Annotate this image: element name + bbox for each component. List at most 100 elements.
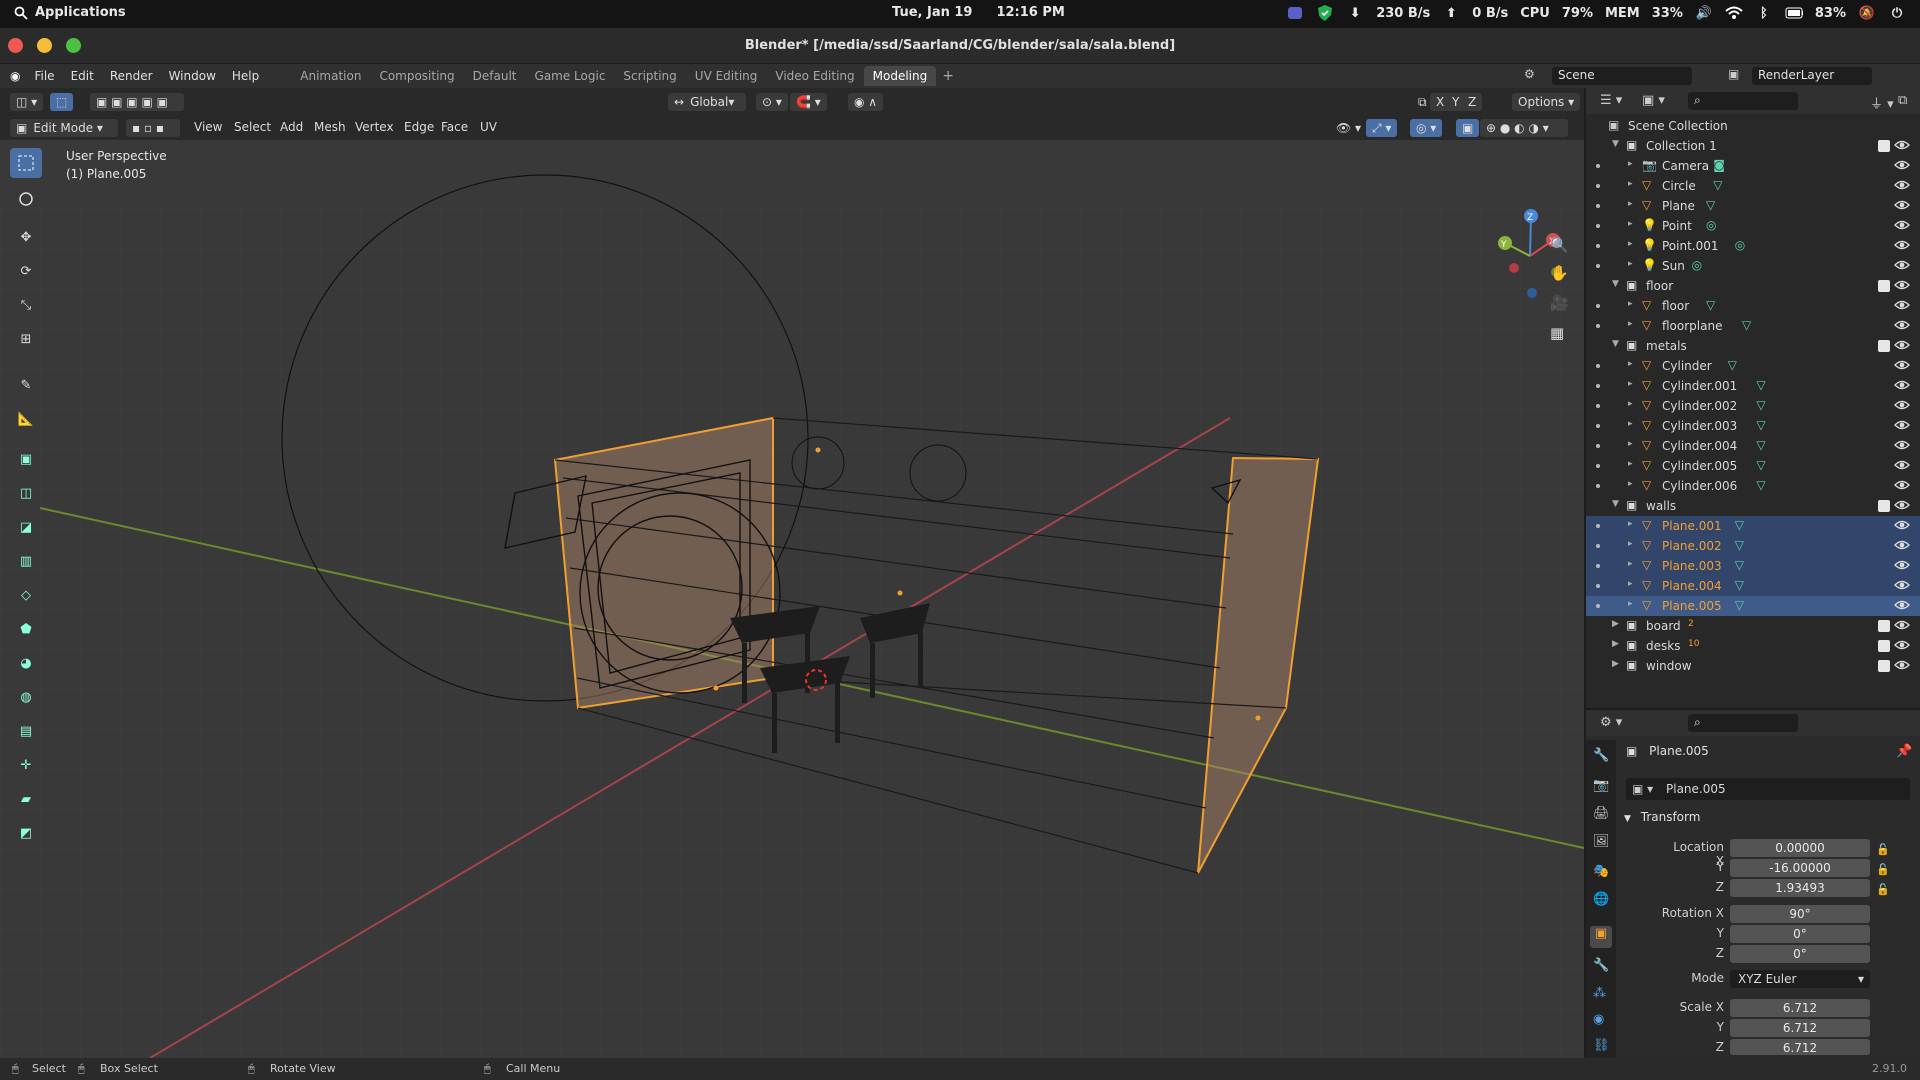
battery-icon[interactable] — [1785, 4, 1803, 22]
outliner-row[interactable]: ▼ ▣ walls — [1586, 496, 1920, 516]
edit-mode-dot-icon[interactable] — [1596, 244, 1600, 248]
output-tab-icon[interactable]: 🖨 — [1593, 806, 1610, 821]
render-tab-icon[interactable]: 📷 — [1593, 778, 1609, 793]
expand-triangle-icon[interactable]: ▸ — [1628, 539, 1633, 549]
expand-triangle-icon[interactable]: ▸ — [1628, 419, 1633, 429]
visibility-eye-icon[interactable] — [1894, 198, 1910, 214]
expand-triangle-icon[interactable]: ▸ — [1628, 219, 1633, 229]
tab-scripting[interactable]: Scripting — [614, 66, 685, 86]
transform-tool-icon[interactable]: ⊞ — [10, 324, 42, 354]
menu-add[interactable]: Add — [280, 120, 303, 134]
expand-triangle-icon[interactable]: ▸ — [1628, 359, 1633, 369]
rotation-x-field[interactable]: 90° — [1730, 905, 1870, 923]
edit-mode-dot-icon[interactable] — [1596, 164, 1600, 168]
edge-slide-tool-icon[interactable]: ▤ — [10, 716, 42, 746]
location-y-field[interactable]: -16.00000 — [1730, 859, 1870, 877]
outliner-row[interactable]: ▼ ▣ metals — [1586, 336, 1920, 356]
scene-selector-icon[interactable]: ⚙ — [1524, 67, 1535, 81]
visibility-eye-icon[interactable] — [1894, 318, 1910, 334]
shear-tool-icon[interactable]: ▰ — [10, 784, 42, 814]
visibility-eye-icon[interactable] — [1894, 158, 1910, 174]
visibility-eye-icon[interactable] — [1894, 618, 1910, 634]
transform-section-header[interactable]: ▼ Transform — [1624, 810, 1700, 824]
expand-triangle-icon[interactable]: ▼ — [1612, 139, 1619, 149]
rotation-z-field[interactable]: 0° — [1730, 945, 1870, 963]
object-data-icon[interactable]: ◙ — [1713, 158, 1727, 172]
3d-viewport[interactable]: Z X Y User Perspective (1) Plane.005 🔍 ✋… — [0, 88, 1584, 1058]
outliner-row[interactable]: ▼ ▣ floor — [1586, 276, 1920, 296]
gizmo-icon[interactable]: ⤢ ▾ — [1366, 119, 1398, 137]
object-data-icon[interactable]: ▽ — [1728, 358, 1742, 372]
outliner-row[interactable]: ▸ ▽ Plane.005 ▽ — [1586, 596, 1920, 616]
cursor-tool-icon[interactable] — [10, 184, 42, 214]
outliner-row[interactable]: ▶ ▣ desks 10 — [1586, 636, 1920, 656]
extrude-tool-icon[interactable]: ▣ — [10, 444, 42, 474]
exclude-checkbox[interactable] — [1878, 640, 1890, 652]
pin-icon[interactable]: 📌 — [1896, 744, 1912, 759]
tab-video-editing[interactable]: Video Editing — [766, 66, 863, 86]
menu-mesh[interactable]: Mesh — [314, 120, 346, 134]
outliner-row[interactable]: ▸ ▽ floorplane ▽ — [1586, 316, 1920, 336]
object-data-icon[interactable]: ▽ — [1735, 538, 1749, 552]
expand-triangle-icon[interactable]: ▸ — [1628, 479, 1633, 489]
object-data-icon[interactable]: ▽ — [1756, 418, 1770, 432]
menu-file[interactable]: File — [26, 69, 62, 83]
outliner-editor-icon[interactable]: ☰ ▾ — [1600, 93, 1622, 108]
visibility-eye-icon[interactable] — [1894, 498, 1910, 514]
visibility-eye-icon[interactable] — [1894, 338, 1910, 354]
loop-cut-tool-icon[interactable]: ▥ — [10, 546, 42, 576]
object-data-icon[interactable]: ▽ — [1706, 298, 1720, 312]
outliner-row[interactable]: ▸ ▽ Cylinder.005 ▽ — [1586, 456, 1920, 476]
menu-help[interactable]: Help — [224, 69, 267, 83]
expand-triangle-icon[interactable]: ▸ — [1628, 439, 1633, 449]
spin-tool-icon[interactable]: ◕ — [10, 648, 42, 678]
scene-field[interactable]: Scene — [1552, 67, 1692, 85]
outliner-row[interactable]: ▼ ▣ Collection 1 — [1586, 136, 1920, 156]
outliner-row[interactable]: ▸ ▽ Plane.002 ▽ — [1586, 536, 1920, 556]
visibility-eye-icon[interactable] — [1894, 538, 1910, 554]
menu-window[interactable]: Window — [161, 69, 224, 83]
view-layer-tab-icon[interactable]: 🖼 — [1593, 834, 1610, 849]
move-tool-icon[interactable]: ✥ — [10, 222, 42, 252]
expand-triangle-icon[interactable]: ▸ — [1628, 579, 1633, 589]
mode-selector[interactable]: ▣ Edit Mode ▾ — [10, 119, 118, 137]
visibility-eye-icon[interactable] — [1894, 418, 1910, 434]
outliner-row-scene-collection[interactable]: ▣ Scene Collection — [1586, 116, 1920, 136]
expand-triangle-icon[interactable]: ▸ — [1628, 179, 1633, 189]
inset-tool-icon[interactable]: ◫ — [10, 478, 42, 508]
pan-hand-icon[interactable]: ✋ — [1550, 264, 1569, 282]
scene-tab-icon[interactable]: 🎭 — [1593, 864, 1609, 879]
expand-triangle-icon[interactable]: ▸ — [1628, 399, 1633, 409]
outliner-row[interactable]: ▸ ▽ Cylinder.001 ▽ — [1586, 376, 1920, 396]
object-data-icon[interactable]: ▽ — [1756, 398, 1770, 412]
object-data-icon[interactable]: ▽ — [1756, 438, 1770, 452]
expand-triangle-icon[interactable]: ▸ — [1628, 199, 1633, 209]
editor-type-icon[interactable]: ◫ ▾ — [10, 93, 44, 111]
expand-triangle-icon[interactable]: ▶ — [1612, 659, 1619, 669]
visibility-eye-icon[interactable] — [1894, 638, 1910, 654]
notifications-off-icon[interactable]: 🔕 — [1858, 4, 1876, 22]
shrink-fatten-tool-icon[interactable]: ✛ — [10, 750, 42, 780]
exclude-checkbox[interactable] — [1878, 660, 1890, 672]
tool-tab-icon[interactable]: 🔧 — [1593, 748, 1609, 763]
edit-mode-dot-icon[interactable] — [1596, 564, 1600, 568]
world-tab-icon[interactable]: 🌐 — [1593, 892, 1609, 907]
expand-triangle-icon[interactable]: ▼ — [1612, 339, 1619, 349]
exclude-checkbox[interactable] — [1878, 340, 1890, 352]
knife-tool-icon[interactable]: ◇ — [10, 580, 42, 610]
expand-triangle-icon[interactable]: ▸ — [1628, 519, 1633, 529]
outliner-row[interactable]: ▸ ▽ Cylinder.003 ▽ — [1586, 416, 1920, 436]
tab-compositing[interactable]: Compositing — [370, 66, 463, 86]
modifier-tab-icon[interactable]: 🔧 — [1593, 958, 1609, 973]
visibility-eye-icon[interactable] — [1894, 598, 1910, 614]
object-data-icon[interactable]: ▽ — [1756, 378, 1770, 392]
smooth-tool-icon[interactable]: ◍ — [10, 682, 42, 712]
object-data-icon[interactable]: ▽ — [1742, 318, 1756, 332]
object-name-field[interactable]: ▣ ▾ Plane.005 — [1626, 778, 1910, 800]
edit-mode-dot-icon[interactable] — [1596, 304, 1600, 308]
constraints-tab-icon[interactable]: ⛓ — [1593, 1038, 1610, 1053]
scale-x-field[interactable]: 6.712 — [1730, 999, 1870, 1017]
outliner-row[interactable]: ▸ ▽ Cylinder.006 ▽ — [1586, 476, 1920, 496]
exclude-checkbox[interactable] — [1878, 280, 1890, 292]
object-data-icon[interactable]: ▽ — [1735, 518, 1749, 532]
